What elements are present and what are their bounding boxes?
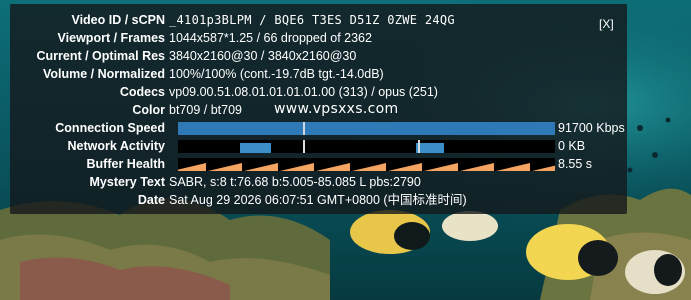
connection-speed-marker	[303, 122, 305, 135]
stats-for-nerds-panel: [X] Video ID / sCPN _4101p3BLPM / BQE6 T…	[10, 4, 627, 214]
row-volume: Volume / Normalized 100%/100% (cont.-19.…	[10, 65, 627, 83]
network-activity-value: 0 KB	[558, 139, 586, 153]
video-id-label: Video ID / sCPN	[71, 13, 165, 27]
row-date: Date Sat Aug 29 2026 06:07:51 GMT+0800 (…	[10, 191, 627, 209]
network-activity-burst	[416, 143, 444, 153]
connection-speed-label: Connection Speed	[55, 121, 165, 135]
resolution-value: 3840x2160@30 / 3840x2160@30	[169, 49, 357, 63]
viewport-label: Viewport / Frames	[57, 31, 165, 45]
buffer-health-ramp	[178, 163, 555, 171]
buffer-health-sawtooth	[178, 163, 555, 171]
connection-speed-value: 91700 Kbps	[558, 121, 625, 135]
date-value: Sat Aug 29 2026 06:07:51 GMT+0800 (中国标准时…	[169, 193, 467, 207]
mystery-text-value: SABR, s:8 t:76.68 b:5.005-85.085 L pbs:2…	[169, 175, 421, 189]
network-activity-marker	[418, 140, 420, 153]
row-video-id: Video ID / sCPN _4101p3BLPM / BQE6 T3ES …	[10, 11, 627, 29]
network-activity-marker	[303, 140, 305, 153]
network-activity-burst	[240, 143, 271, 153]
viewport-value: 1044x587*1.25 / 66 dropped of 2362	[169, 31, 372, 45]
connection-speed-bar	[178, 122, 555, 135]
row-codecs: Codecs vp09.00.51.08.01.01.01.01.00 (313…	[10, 83, 627, 101]
color-value: bt709 / bt709	[169, 103, 242, 117]
date-label: Date	[137, 193, 165, 207]
network-activity-graph	[178, 140, 555, 153]
buffer-health-label: Buffer Health	[86, 157, 165, 171]
row-mystery-text: Mystery Text SABR, s:8 t:76.68 b:5.005-8…	[10, 173, 627, 191]
color-label: Color	[132, 103, 165, 117]
video-id-value: _4101p3BLPM / BQE6 T3ES D51Z 0ZWE 24QG	[169, 13, 455, 27]
resolution-label: Current / Optimal Res	[36, 49, 166, 63]
volume-value: 100%/100% (cont.-19.7dB tgt.-14.0dB)	[169, 67, 384, 81]
codecs-value: vp09.00.51.08.01.01.01.01.00 (313) / opu…	[169, 85, 438, 99]
codecs-label: Codecs	[119, 85, 165, 99]
mystery-text-label: Mystery Text	[89, 175, 166, 189]
row-viewport: Viewport / Frames 1044x587*1.25 / 66 dro…	[10, 29, 627, 47]
connection-speed-graph	[178, 122, 555, 135]
buffer-health-graph	[178, 158, 555, 171]
row-resolution: Current / Optimal Res 3840x2160@30 / 384…	[10, 47, 627, 65]
buffer-health-value: 8.55 s	[558, 157, 593, 171]
network-activity-label: Network Activity	[67, 139, 165, 153]
volume-label: Volume / Normalized	[42, 67, 165, 81]
watermark-text: www.vpsxxs.com	[274, 101, 399, 117]
